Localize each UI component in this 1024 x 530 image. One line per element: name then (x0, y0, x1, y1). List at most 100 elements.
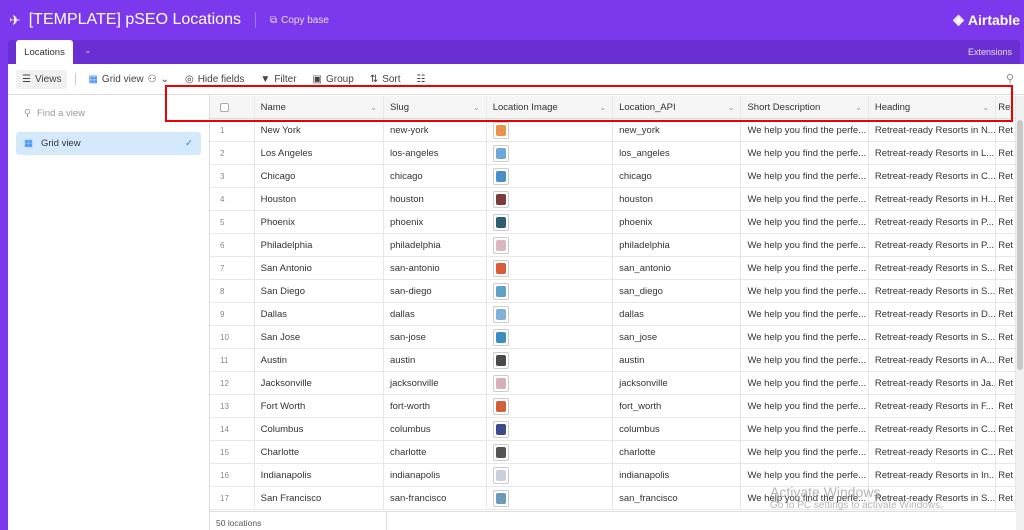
cell-slug[interactable]: phoenix (384, 211, 487, 233)
cell-slug[interactable]: jacksonville (384, 372, 487, 394)
table-row[interactable]: 7 San Antonio san-antonio san_antonio We… (210, 257, 1016, 280)
image-thumbnail[interactable] (492, 121, 509, 139)
cell-location-api[interactable]: los_angeles (613, 142, 742, 164)
cell-truncated[interactable]: Ret (996, 303, 1016, 325)
cell-name[interactable]: San Antonio (255, 257, 384, 279)
cell-name[interactable]: Charlotte (255, 441, 384, 463)
cell-short-description[interactable]: We help you find the perfe... (741, 280, 869, 302)
cell-short-description[interactable]: We help you find the perfe... (741, 418, 869, 440)
table-row[interactable]: 1 New York new-york new_york We help you… (210, 119, 1016, 142)
cell-name[interactable]: Fort Worth (255, 395, 384, 417)
cell-truncated[interactable]: Ret (996, 326, 1016, 348)
cell-name[interactable]: Jacksonville (255, 372, 384, 394)
table-row[interactable]: 13 Fort Worth fort-worth fort_worth We h… (210, 395, 1016, 418)
cell-heading[interactable]: Retreat-ready Resorts in P... (869, 234, 997, 256)
cell-slug[interactable]: indianapolis (384, 464, 487, 486)
cell-short-description[interactable]: We help you find the perfe... (741, 326, 869, 348)
cell-location-api[interactable]: san_jose (613, 326, 742, 348)
image-thumbnail[interactable] (492, 167, 509, 185)
cell-location-image[interactable] (487, 372, 614, 394)
cell-short-description[interactable]: We help you find the perfe... (741, 303, 869, 325)
cell-location-api[interactable]: houston (613, 188, 742, 210)
search-icon[interactable]: ⚲ (1006, 72, 1014, 85)
chevron-down-icon[interactable]: ⌄ (84, 45, 92, 56)
cell-location-image[interactable] (487, 188, 614, 210)
cell-name[interactable]: Chicago (255, 165, 384, 187)
cell-truncated[interactable]: Ret (996, 441, 1016, 463)
cell-slug[interactable]: chicago (384, 165, 487, 187)
cell-slug[interactable]: charlotte (384, 441, 487, 463)
find-view-input[interactable]: ⚲ Find a view (24, 108, 85, 119)
image-thumbnail[interactable] (492, 397, 509, 415)
chevron-down-icon[interactable]: ⌄ (728, 103, 735, 112)
cell-heading[interactable]: Retreat-ready Resorts in C... (869, 165, 997, 187)
cell-location-image[interactable] (487, 165, 614, 187)
image-thumbnail[interactable] (492, 282, 509, 300)
cell-heading[interactable]: Retreat-ready Resorts in C... (869, 441, 997, 463)
cell-heading[interactable]: Retreat-ready Resorts in C... (869, 418, 997, 440)
cell-location-api[interactable]: charlotte (613, 441, 742, 463)
table-row[interactable]: 10 San Jose san-jose san_jose We help yo… (210, 326, 1016, 349)
cell-truncated[interactable]: Ret (996, 395, 1016, 417)
cell-short-description[interactable]: We help you find the perfe... (741, 188, 869, 210)
cell-name[interactable]: San Diego (255, 280, 384, 302)
column-header-location-image[interactable]: Location Image ⌄ (487, 96, 614, 118)
cell-name[interactable]: Austin (255, 349, 384, 371)
cell-short-description[interactable]: We help you find the perfe... (741, 464, 869, 486)
cell-location-api[interactable]: phoenix (613, 211, 742, 233)
cell-heading[interactable]: Retreat-ready Resorts in F... (869, 395, 997, 417)
cell-short-description[interactable]: We help you find the perfe... (741, 211, 869, 233)
cell-location-image[interactable] (487, 326, 614, 348)
image-thumbnail[interactable] (492, 351, 509, 369)
cell-slug[interactable]: san-antonio (384, 257, 487, 279)
cell-slug[interactable]: new-york (384, 119, 487, 141)
cell-name[interactable]: San Francisco (255, 487, 384, 509)
column-header-heading[interactable]: Heading ⌄ (869, 96, 997, 118)
image-thumbnail[interactable] (492, 144, 509, 162)
image-thumbnail[interactable] (492, 259, 509, 277)
cell-location-image[interactable] (487, 142, 614, 164)
views-button[interactable]: ☰ Views (16, 69, 68, 89)
cell-slug[interactable]: philadelphia (384, 234, 487, 256)
table-row[interactable]: 14 Columbus columbus columbus We help yo… (210, 418, 1016, 441)
image-thumbnail[interactable] (492, 328, 509, 346)
cell-heading[interactable]: Retreat-ready Resorts in S... (869, 257, 997, 279)
chevron-down-icon[interactable]: ⌄ (473, 103, 480, 112)
cell-truncated[interactable]: Ret (996, 349, 1016, 371)
cell-location-image[interactable] (487, 418, 614, 440)
cell-name[interactable]: Los Angeles (255, 142, 384, 164)
hide-fields-button[interactable]: ◎ Hide fields (185, 74, 244, 85)
airtable-logo[interactable]: ◈ Airtable (953, 11, 1020, 28)
cell-truncated[interactable]: Ret (996, 372, 1016, 394)
cell-slug[interactable]: los-angeles (384, 142, 487, 164)
image-thumbnail[interactable] (492, 443, 509, 461)
cell-location-image[interactable] (487, 349, 614, 371)
cell-slug[interactable]: san-diego (384, 280, 487, 302)
cell-short-description[interactable]: We help you find the perfe... (741, 349, 869, 371)
column-header-short-description[interactable]: Short Description ⌄ (741, 96, 869, 118)
cell-heading[interactable]: Retreat-ready Resorts in S... (869, 487, 997, 509)
chevron-down-icon[interactable]: ⌄ (855, 103, 862, 112)
table-row[interactable]: 11 Austin austin austin We help you find… (210, 349, 1016, 372)
image-thumbnail[interactable] (492, 213, 509, 231)
cell-name[interactable]: Dallas (255, 303, 384, 325)
sidebar-item-grid-view[interactable]: ▦ Grid view ✓ (16, 132, 201, 155)
cell-location-api[interactable]: fort_worth (613, 395, 742, 417)
cell-heading[interactable]: Retreat-ready Resorts in In... (869, 464, 997, 486)
image-thumbnail[interactable] (492, 489, 509, 507)
filter-button[interactable]: ▼ Filter (260, 74, 296, 85)
cell-name[interactable]: Houston (255, 188, 384, 210)
cell-short-description[interactable]: We help you find the perfe... (741, 395, 869, 417)
image-thumbnail[interactable] (492, 374, 509, 392)
group-button[interactable]: ▣ Group (313, 74, 354, 85)
cell-short-description[interactable]: We help you find the perfe... (741, 165, 869, 187)
cell-name[interactable]: Columbus (255, 418, 384, 440)
cell-name[interactable]: Indianapolis (255, 464, 384, 486)
cell-slug[interactable]: columbus (384, 418, 487, 440)
cell-name[interactable]: Phoenix (255, 211, 384, 233)
image-thumbnail[interactable] (492, 420, 509, 438)
cell-location-api[interactable]: jacksonville (613, 372, 742, 394)
cell-truncated[interactable]: Ret (996, 487, 1016, 509)
grid-view-switcher[interactable]: ▦ Grid view ⚇ ⌄ (88, 74, 169, 85)
cell-truncated[interactable]: Ret (996, 234, 1016, 256)
